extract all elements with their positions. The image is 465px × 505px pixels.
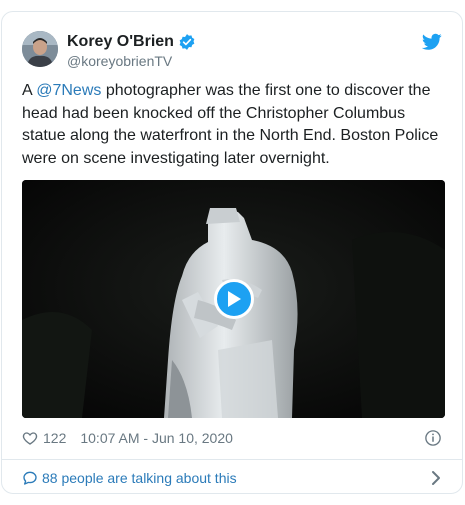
chevron-right-icon[interactable]: [430, 470, 442, 486]
mention-link[interactable]: @7News: [36, 82, 101, 99]
avatar[interactable]: [22, 31, 58, 67]
tweet-meta: 122 10:07 AM - Jun 10, 2020: [22, 428, 442, 448]
verified-badge-icon: [179, 34, 195, 50]
play-button[interactable]: [214, 279, 254, 319]
author-names: Korey O'Brien @koreyobrienTV: [67, 32, 196, 70]
tweet-header: Korey O'Brien @koreyobrienTV: [22, 31, 442, 71]
talking-count-text: 88 people are talking about this: [42, 470, 237, 486]
play-icon: [228, 291, 241, 307]
tweet-text: A @7News photographer was the first one …: [22, 80, 442, 170]
speech-bubble-icon: [23, 471, 37, 485]
conversation-link[interactable]: 88 people are talking about this: [22, 467, 442, 489]
info-icon[interactable]: [424, 429, 442, 447]
heart-icon[interactable]: [22, 430, 38, 446]
tweet-card: Korey O'Brien @koreyobrienTV A @7News ph…: [1, 11, 463, 494]
like-count[interactable]: 122: [43, 430, 66, 446]
user-handle[interactable]: @koreyobrienTV: [67, 52, 196, 70]
tweet-timestamp[interactable]: 10:07 AM - Jun 10, 2020: [80, 430, 233, 446]
twitter-bird-icon[interactable]: [422, 33, 442, 51]
divider: [2, 459, 462, 460]
video-thumbnail[interactable]: [22, 180, 445, 418]
tweet-text-start: A: [22, 82, 37, 99]
display-name[interactable]: Korey O'Brien: [67, 32, 174, 52]
